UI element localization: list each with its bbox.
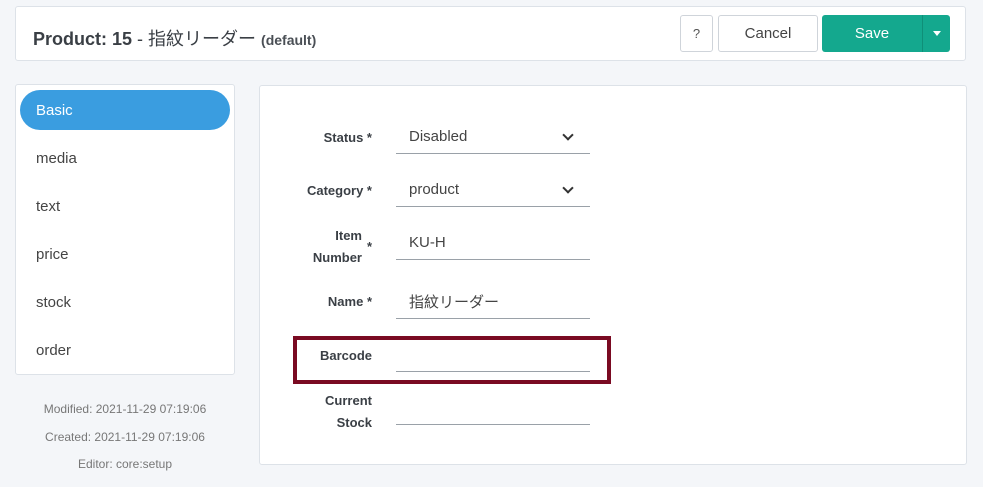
created-timestamp: Created: 2021-11-29 07:19:06	[45, 430, 205, 444]
category-value: product	[409, 181, 460, 198]
nav-item-price[interactable]: price	[20, 234, 230, 274]
status-value: Disabled	[409, 128, 468, 145]
item-number-required-star: *	[366, 239, 372, 254]
name-input[interactable]: 指紋リーダー	[396, 285, 590, 319]
title-product-name: 指紋リーダー	[148, 29, 257, 49]
barcode-input[interactable]	[396, 338, 590, 372]
current-stock-label-line1: Current	[325, 393, 372, 408]
item-number-value: KU-H	[409, 234, 446, 251]
nav-item-stock[interactable]: stock	[20, 282, 230, 322]
category-select[interactable]: product	[396, 173, 590, 207]
current-stock-label-line2: Stock	[336, 415, 372, 430]
title-product-id: Product: 15	[33, 29, 133, 49]
cancel-button[interactable]: Cancel	[718, 15, 818, 52]
nav-item-order[interactable]: order	[20, 330, 230, 370]
save-button[interactable]: Save	[822, 15, 922, 52]
item-number-input[interactable]: KU-H	[396, 226, 590, 260]
page-title: Product: 15 - 指紋リーダー (default)	[33, 25, 316, 51]
category-label: Category *	[306, 183, 372, 198]
name-label: Name *	[327, 294, 372, 309]
chevron-down-icon	[562, 182, 574, 194]
barcode-label: Barcode	[319, 348, 372, 363]
name-value: 指紋リーダー	[409, 294, 500, 311]
nav-item-media[interactable]: media	[20, 138, 230, 178]
nav-item-text[interactable]: text	[20, 186, 230, 226]
editor-name: Editor: core:setup	[77, 457, 173, 471]
status-select[interactable]: Disabled	[396, 120, 590, 154]
modified-timestamp: Modified: 2021-11-29 07:19:06	[43, 402, 207, 416]
current-stock-input[interactable]	[396, 391, 590, 425]
help-button[interactable]: ?	[680, 15, 713, 52]
nav-item-basic[interactable]: Basic	[20, 90, 230, 130]
status-label: Status *	[323, 130, 372, 145]
title-scope: (default)	[261, 32, 317, 48]
title-separator: -	[132, 29, 149, 49]
save-options-button[interactable]	[922, 15, 950, 52]
page-header: Product: 15 - 指紋リーダー (default) ? Cancel …	[15, 6, 966, 61]
chevron-down-icon	[562, 129, 574, 141]
caret-down-icon	[932, 31, 941, 36]
basic-form-panel: Status * Disabled Category * product Ite…	[259, 85, 967, 465]
section-nav: Basic media text price stock order	[15, 84, 235, 375]
